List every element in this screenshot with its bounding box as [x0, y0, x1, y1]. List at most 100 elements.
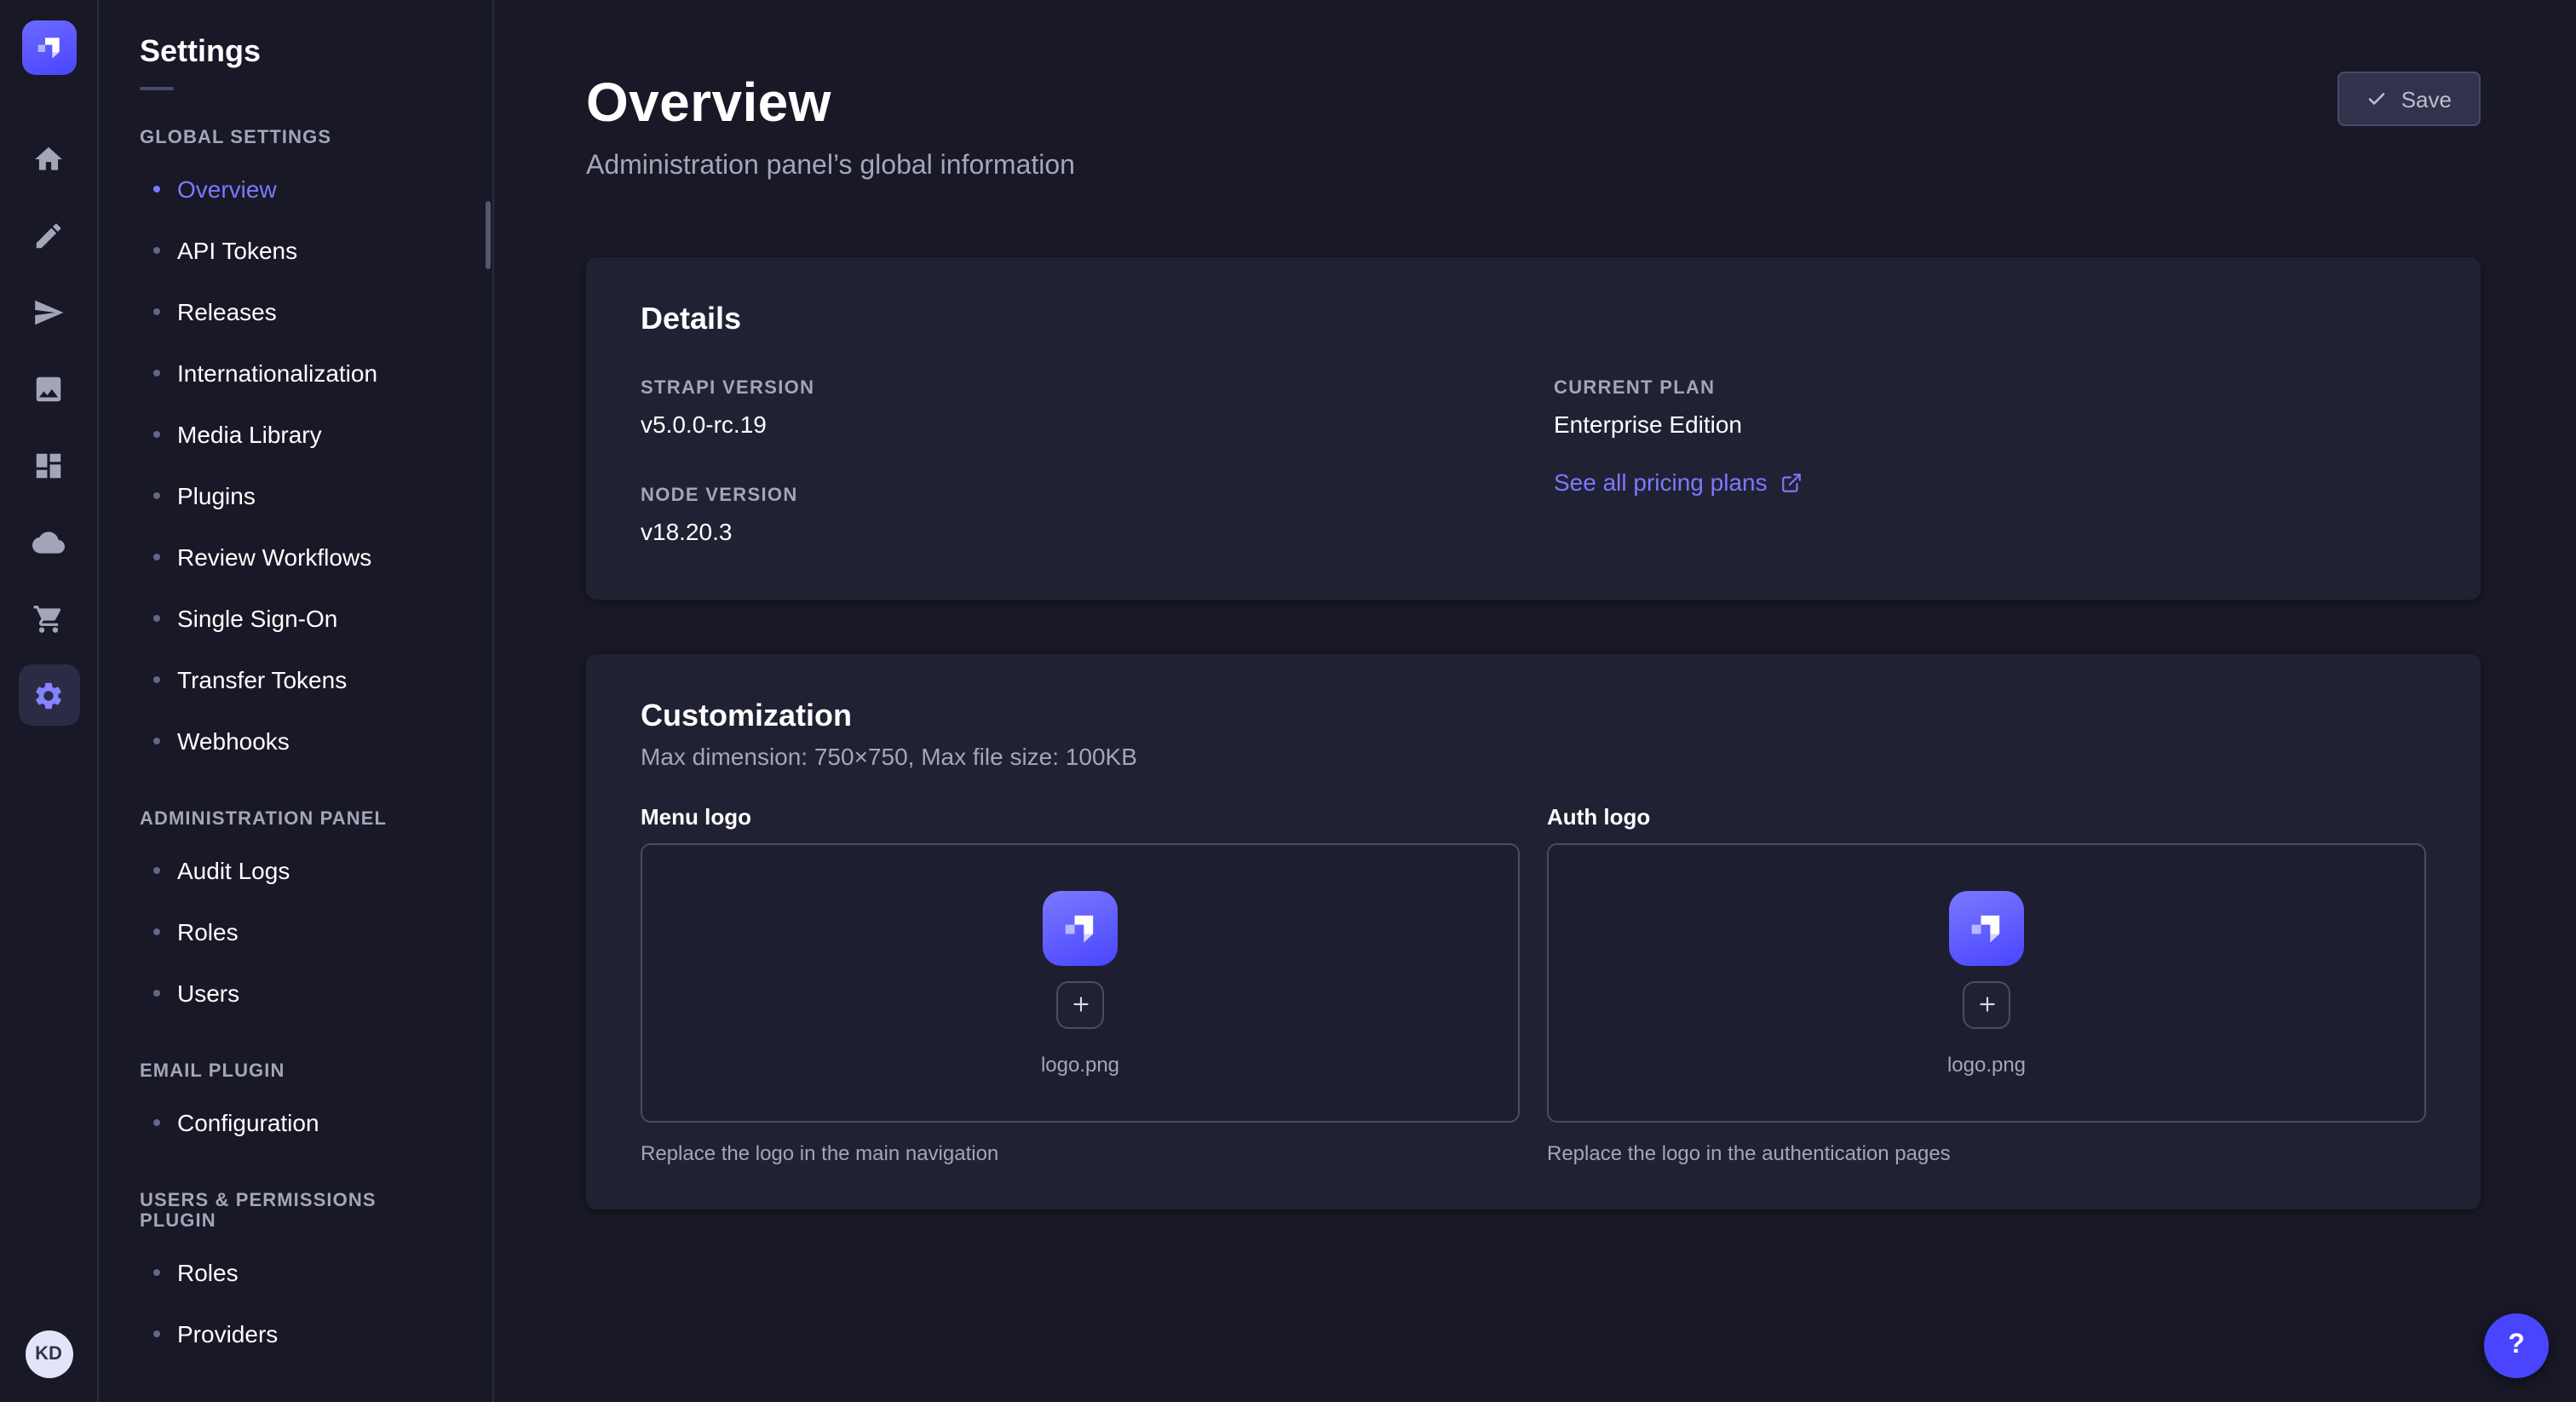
sidebar-item-admin-roles[interactable]: Roles	[99, 901, 492, 962]
gear-icon	[32, 679, 65, 711]
logo-grid: Menu logo logo.png	[641, 804, 2426, 1165]
page-title: Overview	[586, 72, 1075, 135]
sidebar-item-api-tokens[interactable]: API Tokens	[99, 220, 492, 281]
sidebar-item-internationalization[interactable]: Internationalization	[99, 342, 492, 404]
strapi-logo-icon	[1964, 905, 2009, 950]
customization-card: Customization Max dimension: 750×750, Ma…	[586, 654, 2481, 1210]
sidebar-divider	[140, 87, 174, 90]
auth-logo-add-button[interactable]	[1963, 980, 2010, 1028]
sidebar-item-label: API Tokens	[177, 237, 297, 264]
sidebar-item-label: Webhooks	[177, 727, 290, 755]
strapi-version-label: STRAPI VERSION	[641, 378, 1513, 399]
sidebar-item-overview[interactable]: Overview	[99, 158, 492, 220]
page-subtitle: Administration panel’s global informatio…	[586, 152, 1075, 182]
sidebar-item-label: Users	[177, 980, 239, 1007]
customization-card-subtitle: Max dimension: 750×750, Max file size: 1…	[641, 743, 2426, 770]
bullet-icon	[153, 738, 160, 744]
menu-logo-upload-box[interactable]: logo.png	[641, 843, 1520, 1123]
node-version-label: NODE VERSION	[641, 486, 1513, 506]
customization-card-title: Customization	[641, 698, 2426, 734]
nav-settings[interactable]	[18, 664, 79, 726]
current-plan-label: CURRENT PLAN	[1554, 378, 2426, 399]
sidebar-item-label: Transfer Tokens	[177, 666, 347, 693]
bullet-icon	[153, 247, 160, 254]
auth-logo-label: Auth logo	[1547, 804, 2426, 830]
details-card-title: Details	[641, 302, 2426, 337]
sidebar-item-up-roles[interactable]: Roles	[99, 1242, 492, 1303]
sidebar-title: Settings	[99, 34, 492, 70]
pricing-plans-link-label: See all pricing plans	[1554, 468, 1768, 496]
nav-content-manager[interactable]	[18, 204, 79, 266]
sidebar-item-webhooks[interactable]: Webhooks	[99, 710, 492, 772]
menu-logo-filename: logo.png	[1041, 1052, 1119, 1076]
sidebar-item-admin-users[interactable]: Users	[99, 962, 492, 1024]
check-icon	[2367, 89, 2388, 109]
details-grid: STRAPI VERSION v5.0.0-rc.19 NODE VERSION…	[641, 378, 2426, 545]
bullet-icon	[153, 928, 160, 935]
section-heading: ADMINISTRATION PANEL	[99, 809, 492, 830]
nav-media-library[interactable]	[18, 358, 79, 419]
layout-icon	[32, 449, 65, 481]
current-plan-value: Enterprise Edition	[1554, 411, 2426, 438]
menu-logo-block: Menu logo logo.png	[641, 804, 1520, 1165]
sidebar-item-email-configuration[interactable]: Configuration	[99, 1092, 492, 1153]
sidebar-item-label: Plugins	[177, 482, 256, 509]
bullet-icon	[153, 308, 160, 315]
sidebar-item-audit-logs[interactable]: Audit Logs	[99, 840, 492, 901]
pricing-plans-link[interactable]: See all pricing plans	[1554, 468, 1803, 496]
strapi-logo-icon	[1058, 905, 1102, 950]
cart-icon	[32, 602, 65, 635]
cloud-icon	[32, 526, 65, 558]
bullet-icon	[153, 554, 160, 560]
bullet-icon	[153, 1330, 160, 1337]
help-button[interactable]: ?	[2484, 1313, 2549, 1378]
section-global-settings: GLOBAL SETTINGS Overview API Tokens Rele…	[99, 128, 492, 772]
question-mark-icon: ?	[2508, 1330, 2525, 1361]
section-administration-panel: ADMINISTRATION PANEL Audit Logs Roles Us…	[99, 809, 492, 1024]
sidebar-item-media-library[interactable]: Media Library	[99, 404, 492, 465]
sidebar-item-label: Providers	[177, 1320, 278, 1347]
sidebar-item-up-providers[interactable]: Providers	[99, 1303, 492, 1365]
auth-logo-filename: logo.png	[1947, 1052, 2026, 1076]
menu-logo-preview	[1043, 890, 1118, 965]
app-window: KD Settings GLOBAL SETTINGS Overview API…	[0, 0, 2576, 1402]
details-card: Details STRAPI VERSION v5.0.0-rc.19 NODE…	[586, 257, 2481, 600]
save-button-label: Save	[2401, 86, 2452, 112]
nav-cloud[interactable]	[18, 511, 79, 572]
bullet-icon	[153, 615, 160, 622]
sidebar-item-transfer-tokens[interactable]: Transfer Tokens	[99, 649, 492, 710]
main-nav-rail: KD	[0, 0, 99, 1402]
paper-plane-icon	[32, 296, 65, 328]
pen-icon	[32, 219, 65, 251]
bullet-icon	[153, 431, 160, 438]
details-left-column: STRAPI VERSION v5.0.0-rc.19 NODE VERSION…	[641, 378, 1513, 545]
plus-icon	[1975, 993, 1998, 1015]
menu-logo-add-button[interactable]	[1056, 980, 1104, 1028]
sidebar-item-releases[interactable]: Releases	[99, 281, 492, 342]
sidebar-item-label: Configuration	[177, 1109, 319, 1136]
sidebar-item-label: Overview	[177, 175, 277, 203]
sidebar-item-plugins[interactable]: Plugins	[99, 465, 492, 526]
nav-marketplace[interactable]	[18, 588, 79, 649]
scrollbar-thumb[interactable]	[486, 201, 491, 269]
save-button[interactable]: Save	[2338, 72, 2481, 126]
nav-content-type-builder[interactable]	[18, 434, 79, 496]
bullet-icon	[153, 492, 160, 499]
sidebar-item-label: Roles	[177, 918, 239, 945]
external-link-icon	[1781, 471, 1803, 493]
nav-releases[interactable]	[18, 281, 79, 342]
user-avatar[interactable]: KD	[25, 1330, 72, 1378]
pictures-icon	[32, 372, 65, 405]
nav-home[interactable]	[18, 128, 79, 189]
strapi-logo-icon	[32, 31, 66, 65]
strapi-logo[interactable]	[21, 20, 76, 75]
sidebar-item-review-workflows[interactable]: Review Workflows	[99, 526, 492, 588]
auth-logo-upload-box[interactable]: logo.png	[1547, 843, 2426, 1123]
strapi-version-value: v5.0.0-rc.19	[641, 411, 1513, 438]
plus-icon	[1069, 993, 1091, 1015]
section-heading: USERS & PERMISSIONS PLUGIN	[99, 1191, 492, 1232]
sidebar-item-label: Review Workflows	[177, 543, 371, 571]
sidebar-item-single-sign-on[interactable]: Single Sign-On	[99, 588, 492, 649]
page-header-text: Overview Administration panel’s global i…	[586, 72, 1075, 182]
page-header: Overview Administration panel’s global i…	[586, 72, 2481, 182]
